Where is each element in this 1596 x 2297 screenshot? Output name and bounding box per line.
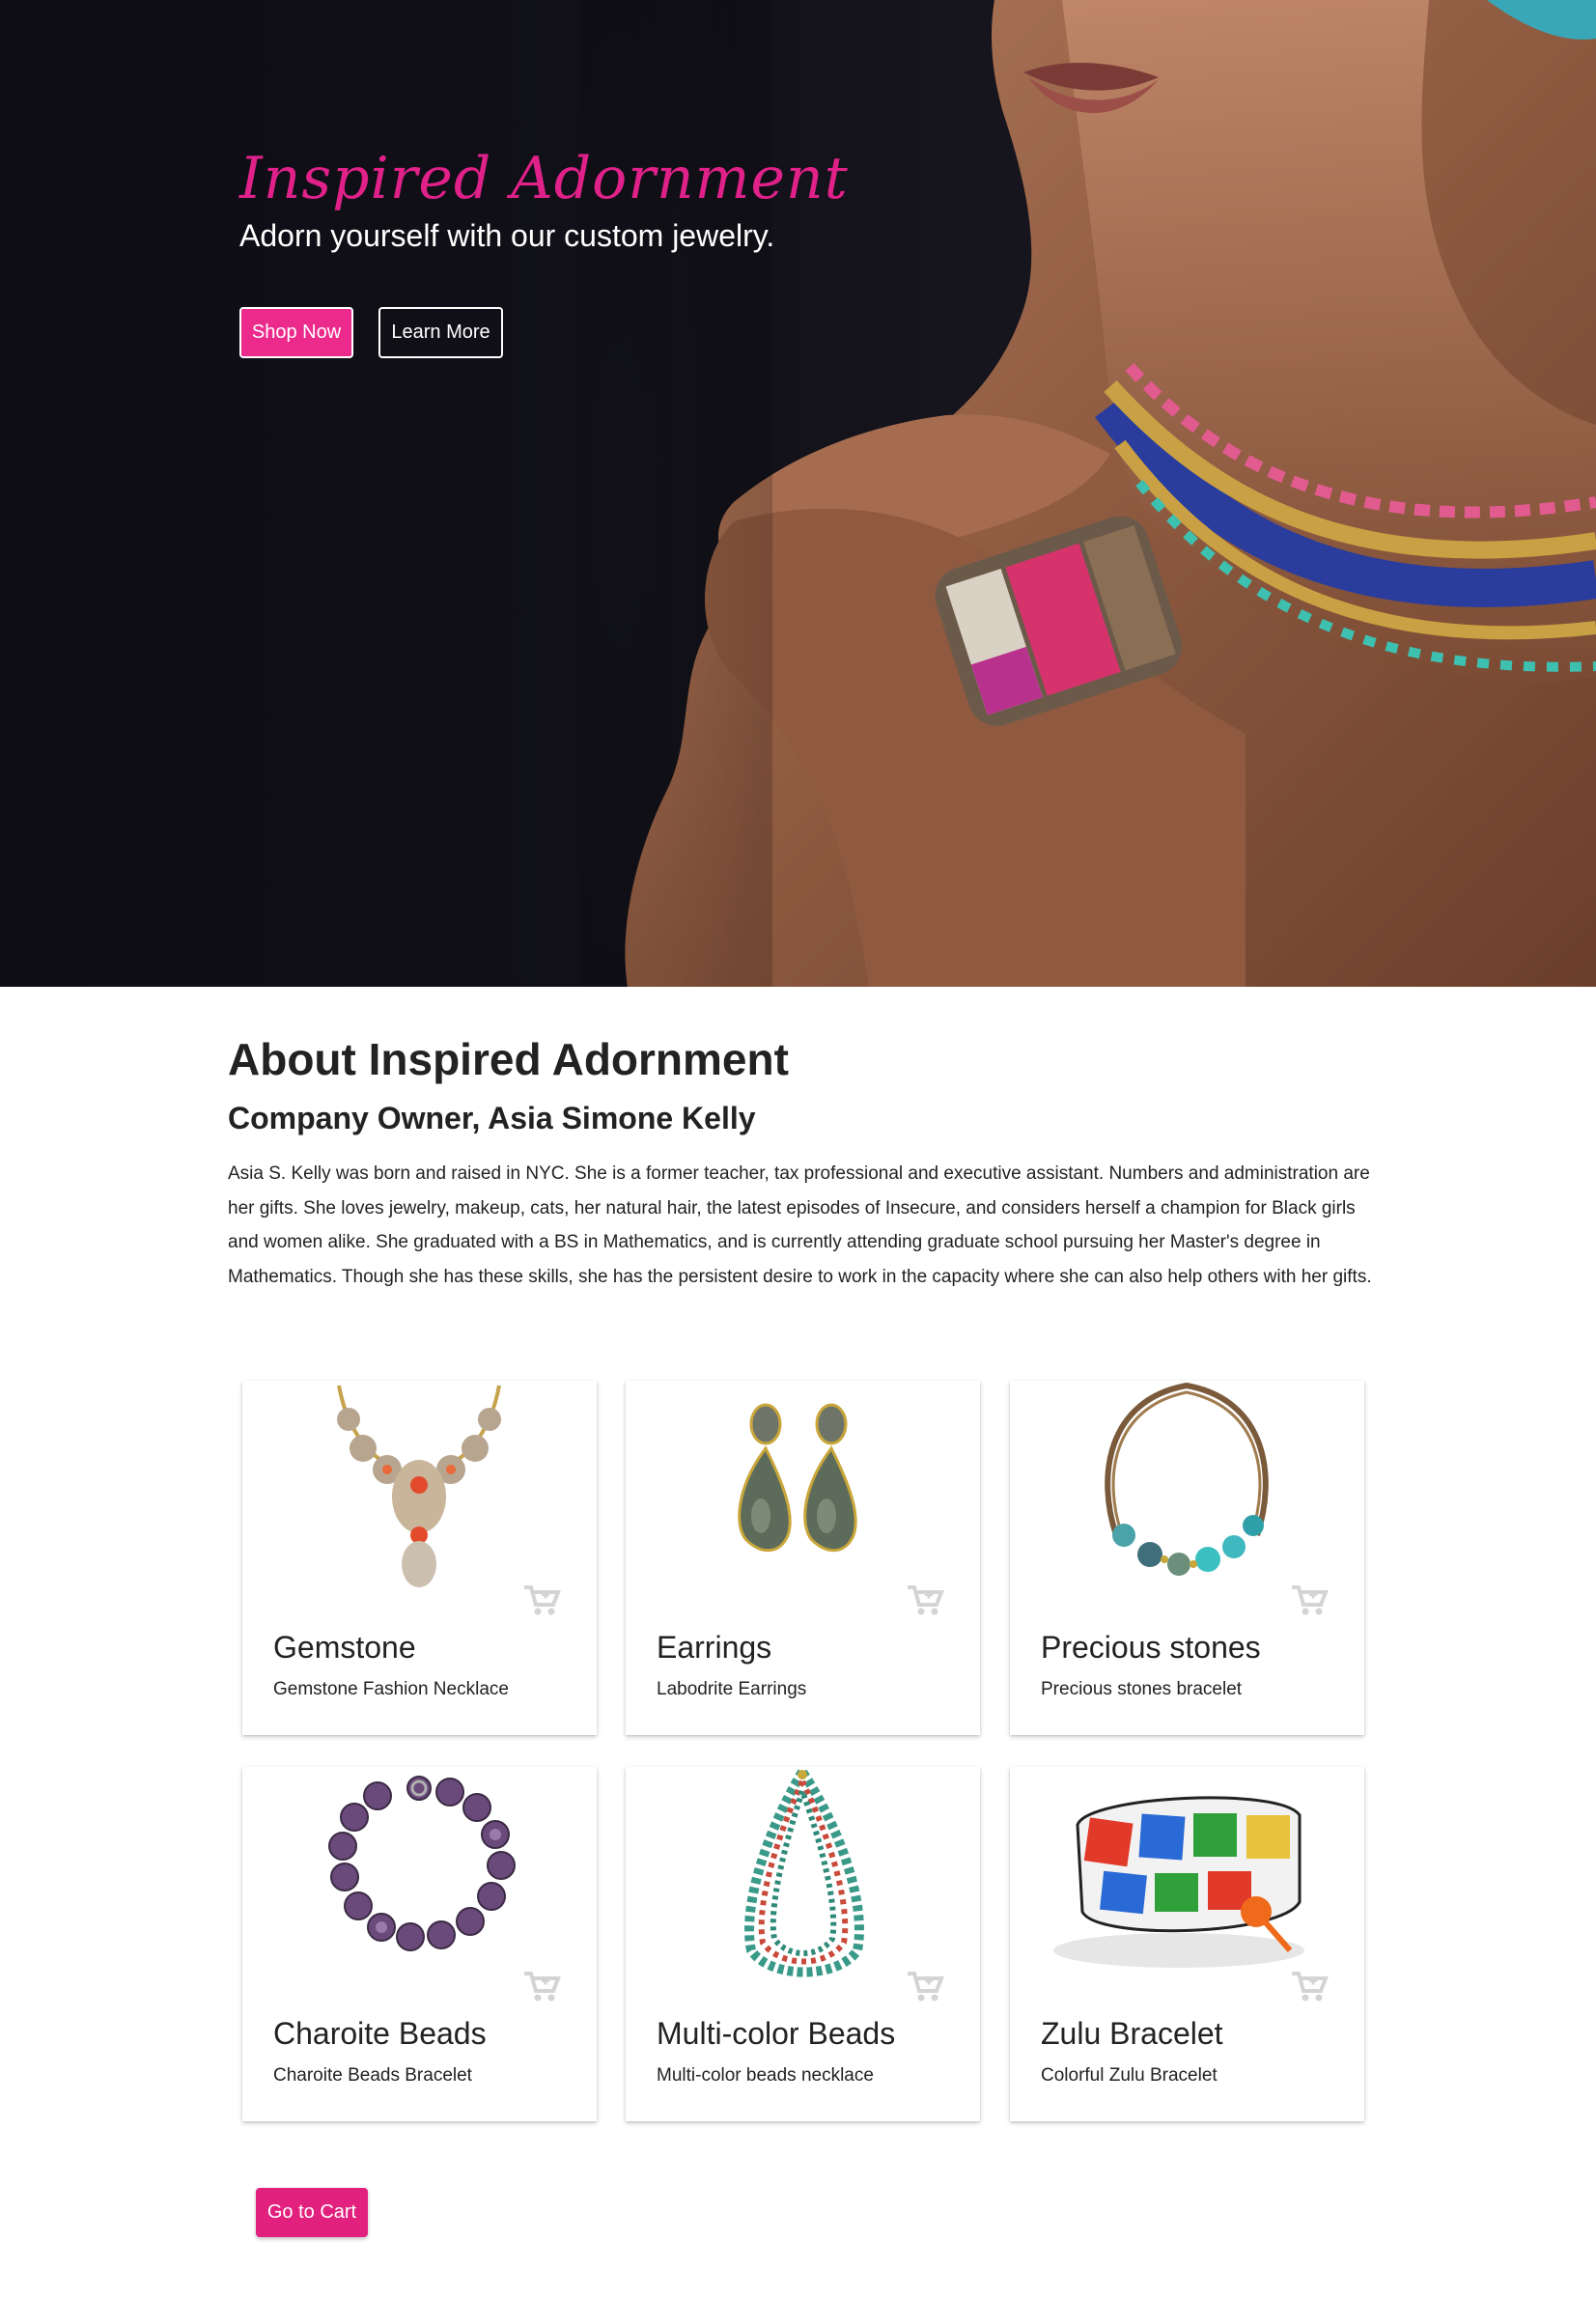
earrings-image [738, 1403, 857, 1553]
hero-subtitle: Adorn yourself with our custom jewelry. [239, 218, 775, 253]
charoite-beads-image [328, 1776, 516, 1951]
shopping-cart-icon[interactable] [1290, 1970, 1329, 2003]
product-description: Charoite Beads Bracelet [273, 2065, 472, 2086]
about-title: About Inspired Adornment [228, 1034, 789, 1084]
gemstone-necklace-image [337, 1385, 501, 1587]
shopping-cart-icon[interactable] [522, 1970, 561, 2003]
shop-now-button[interactable]: Shop Now [239, 307, 353, 358]
multicolor-beads-necklace-image [744, 1769, 864, 1977]
product-card[interactable]: Zulu Bracelet Colorful Zulu Bracelet [1010, 1767, 1364, 2121]
precious-stones-bracelet-image [1105, 1382, 1269, 1576]
product-card[interactable]: Charoite Beads Charoite Beads Bracelet [242, 1767, 597, 2121]
zulu-bracelet-image [1053, 1796, 1304, 1968]
learn-more-button[interactable]: Learn More [378, 307, 503, 358]
product-description: Precious stones bracelet [1041, 1679, 1243, 1699]
hero-banner: Inspired Adornment Adorn yourself with o… [0, 0, 1596, 987]
product-title: Multi-color Beads [657, 2016, 896, 2051]
product-title: Precious stones [1041, 1630, 1261, 1665]
hero-title: Inspired Adornment [239, 145, 849, 212]
shopping-cart-icon[interactable] [906, 1583, 944, 1616]
product-title: Zulu Bracelet [1041, 2016, 1223, 2051]
about-description: Asia S. Kelly was born and raised in NYC… [228, 1163, 1372, 1287]
product-card[interactable]: Gemstone Gemstone Fashion Necklace [242, 1381, 597, 1735]
product-title: Earrings [657, 1630, 772, 1665]
product-card[interactable]: Earrings Labodrite Earrings [626, 1381, 980, 1735]
go-to-cart-button[interactable]: Go to Cart [256, 2188, 368, 2237]
shopping-cart-icon[interactable] [906, 1970, 944, 2003]
product-description: Labodrite Earrings [657, 1679, 807, 1699]
about-subtitle: Company Owner, Asia Simone Kelly [228, 1101, 756, 1135]
shopping-cart-icon[interactable] [522, 1583, 561, 1616]
product-description: Multi-color beads necklace [657, 2065, 874, 2086]
product-description: Gemstone Fashion Necklace [273, 1679, 509, 1699]
shopping-cart-icon[interactable] [1290, 1583, 1329, 1616]
product-description: Colorful Zulu Bracelet [1041, 2065, 1218, 2086]
product-title: Gemstone [273, 1630, 416, 1665]
product-title: Charoite Beads [273, 2016, 487, 2051]
product-card[interactable]: Multi-color Beads Multi-color beads neck… [626, 1767, 980, 2121]
product-card[interactable]: Precious stones Precious stones bracelet [1010, 1381, 1364, 1735]
